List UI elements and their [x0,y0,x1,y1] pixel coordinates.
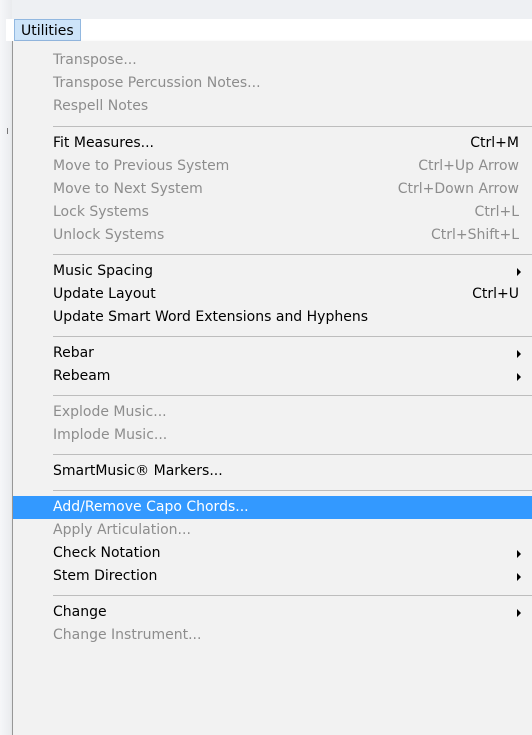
menu-item-label: Check Notation [53,545,161,561]
menu-item-transpose-percussion-notes[interactable]: Transpose Percussion Notes... [13,72,532,95]
menu-item-label: Explode Music... [53,404,167,420]
menu-item-check-notation[interactable]: Check Notation [13,542,532,565]
menu-item-move-to-next-system[interactable]: Move to Next System Ctrl+Down Arrow [13,178,532,201]
menu-item-label: Stem Direction [53,568,158,584]
submenu-arrow-icon [517,268,521,276]
menu-item-label: Update Smart Word Extensions and Hyphens [53,309,368,325]
menu-separator [53,126,532,127]
menu-item-update-layout[interactable]: Update Layout Ctrl+U [13,283,532,306]
menu-item-shortcut: Ctrl+Shift+L [431,227,519,243]
menu-item-label: Apply Articulation... [53,522,191,538]
menu-item-label: Transpose Percussion Notes... [53,75,261,91]
menu-item-label: Rebeam [53,368,111,384]
menu-item-apply-articulation[interactable]: Apply Articulation... [13,519,532,542]
menu-item-label: Fit Measures... [53,135,155,151]
menu-separator [53,254,532,255]
menu-utilities[interactable]: Utilities [14,19,81,41]
menu-item-transpose[interactable]: Transpose... [13,49,532,72]
submenu-arrow-icon [517,373,521,381]
menu-item-shortcut: Ctrl+Down Arrow [397,181,519,197]
edge-tick [7,128,8,134]
submenu-arrow-icon [517,350,521,358]
menu-item-move-to-previous-system[interactable]: Move to Previous System Ctrl+Up Arrow [13,155,532,178]
menu-separator [53,490,532,491]
submenu-arrow-icon [517,609,521,617]
menu-item-shortcut: Ctrl+U [472,286,519,302]
menu-item-implode-music[interactable]: Implode Music... [13,424,532,447]
menu-item-stem-direction[interactable]: Stem Direction [13,565,532,588]
menu-separator [53,595,532,596]
menu-item-update-smart-word-extensions[interactable]: Update Smart Word Extensions and Hyphens [13,306,532,329]
menu-item-label: Add/Remove Capo Chords... [53,499,249,515]
menu-separator [53,336,532,337]
menu-item-label: Lock Systems [53,204,149,220]
menu-item-smartmusic-markers[interactable]: SmartMusic® Markers... [13,460,532,483]
menu-item-lock-systems[interactable]: Lock Systems Ctrl+L [13,201,532,224]
menu-item-shortcut: Ctrl+L [474,204,519,220]
menu-item-shortcut: Ctrl+M [470,135,519,151]
menu-item-label: Rebar [53,345,94,361]
menu-separator [53,395,532,396]
menu-item-change-instrument[interactable]: Change Instrument... [13,624,532,647]
menu-item-label: Move to Next System [53,181,203,197]
menu-item-label: SmartMusic® Markers... [53,463,223,479]
menu-item-label: Implode Music... [53,427,168,443]
menu-item-music-spacing[interactable]: Music Spacing [13,260,532,283]
menu-item-rebeam[interactable]: Rebeam [13,365,532,388]
menu-item-shortcut: Ctrl+Up Arrow [418,158,519,174]
menu-item-label: Music Spacing [53,263,153,279]
menu-item-add-remove-capo-chords[interactable]: Add/Remove Capo Chords... [13,496,532,519]
menu-item-label: Move to Previous System [53,158,230,174]
menu-bar: Utilities [6,19,532,41]
menu-item-unlock-systems[interactable]: Unlock Systems Ctrl+Shift+L [13,224,532,247]
menu-item-change[interactable]: Change [13,601,532,624]
menu-item-label: Change [53,604,107,620]
menu-item-label: Unlock Systems [53,227,165,243]
menu-item-explode-music[interactable]: Explode Music... [13,401,532,424]
submenu-arrow-icon [517,573,521,581]
menu-separator [53,454,532,455]
utilities-dropdown-menu: Transpose... Transpose Percussion Notes.… [12,41,532,735]
menu-item-rebar[interactable]: Rebar [13,342,532,365]
submenu-arrow-icon [517,550,521,558]
menu-item-respell-notes[interactable]: Respell Notes [13,95,532,118]
background-edge [0,0,12,735]
menu-item-fit-measures[interactable]: Fit Measures... Ctrl+M [13,132,532,155]
menu-item-label: Update Layout [53,286,156,302]
menu-item-label: Change Instrument... [53,627,202,643]
menu-item-label: Respell Notes [53,98,149,114]
menu-item-label: Transpose... [53,52,137,68]
